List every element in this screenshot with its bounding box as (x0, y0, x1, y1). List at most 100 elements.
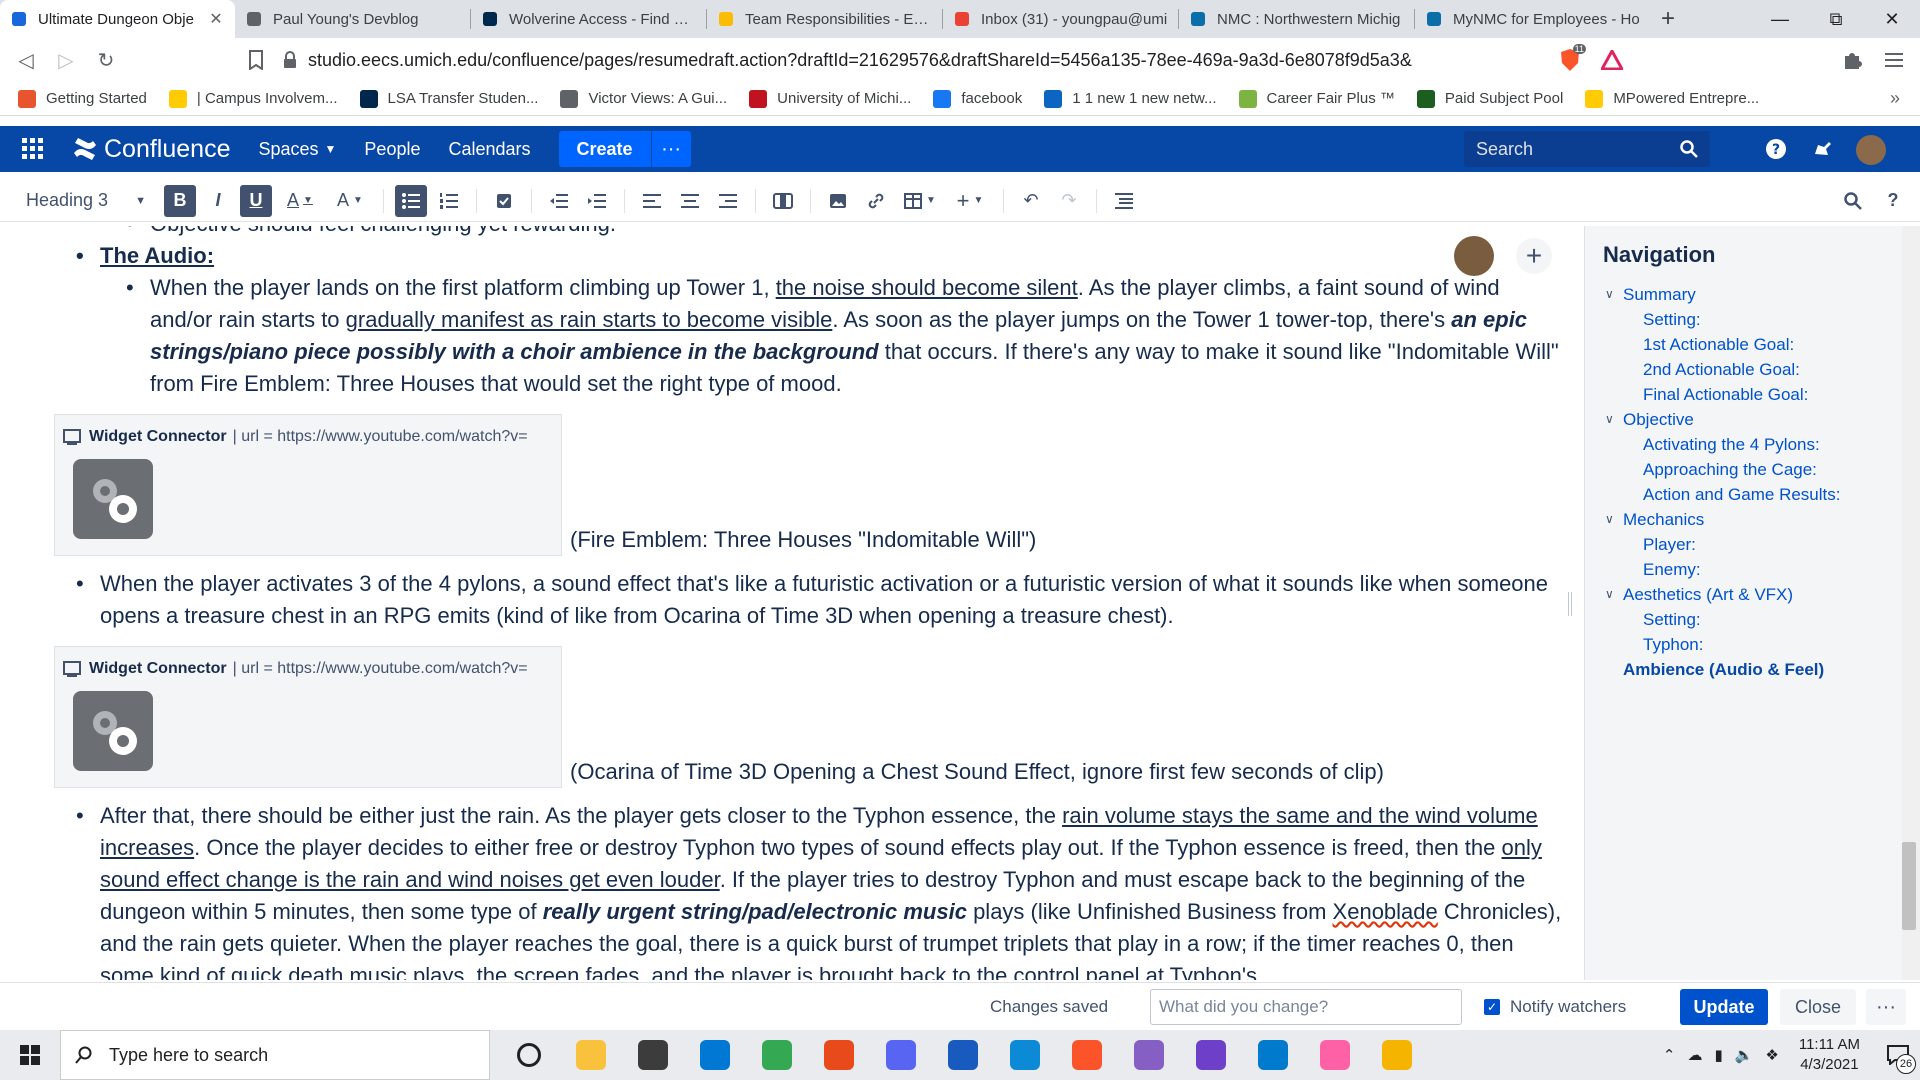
search-input[interactable]: Search (1464, 131, 1710, 167)
widget-connector[interactable]: Widget Connector | url = https://www.you… (54, 646, 562, 788)
change-comment-input[interactable]: What did you change? (1150, 989, 1462, 1025)
browser-menu-icon[interactable] (1878, 44, 1910, 76)
mail-icon[interactable] (684, 1030, 746, 1080)
file-explorer-icon[interactable] (560, 1030, 622, 1080)
close-button[interactable]: Close (1780, 989, 1856, 1025)
widget-connector[interactable]: Widget Connector | url = https://www.you… (54, 414, 562, 556)
insert-link-icon[interactable] (860, 185, 892, 217)
scrollbar-thumb[interactable] (1902, 842, 1916, 930)
bookmark-item[interactable]: Getting Started (18, 89, 147, 108)
windows-start-icon[interactable] (0, 1030, 60, 1080)
new-tab-button[interactable]: + (1650, 0, 1686, 38)
user-avatar[interactable] (1856, 135, 1886, 165)
brave-icon[interactable] (1056, 1030, 1118, 1080)
align-center-icon[interactable] (674, 185, 706, 217)
bookmark-item[interactable]: LSA Transfer Studen... (359, 89, 538, 108)
app-switcher-icon[interactable] (22, 138, 58, 160)
text-color-button[interactable]: A ▼ (278, 185, 322, 217)
maximize-button[interactable]: ⧉ (1808, 0, 1864, 38)
taskbar-search-input[interactable]: Type here to search (60, 1030, 490, 1080)
store-icon[interactable] (622, 1030, 684, 1080)
nav-item[interactable]: Action and Game Results: (1605, 482, 1885, 507)
onedrive-icon[interactable]: ☁ (1687, 1046, 1702, 1064)
more-options-button[interactable]: ··· (1866, 989, 1906, 1025)
page-layout-icon[interactable] (767, 185, 799, 217)
battery-icon[interactable]: ▮ (1714, 1046, 1722, 1064)
dropbox-icon[interactable]: ❖ (1765, 1046, 1778, 1064)
visual-studio-icon[interactable] (1118, 1030, 1180, 1080)
nav-item[interactable]: Player: (1605, 532, 1885, 557)
paragraph-style-dropdown[interactable]: Heading 3 ▼ (26, 190, 146, 211)
confluence-logo[interactable]: Confluence (72, 135, 230, 164)
close-tab-icon[interactable]: ✕ (207, 9, 225, 29)
edge-icon[interactable] (994, 1030, 1056, 1080)
bullet-list-icon[interactable] (395, 184, 427, 217)
browser-tab[interactable]: MyNMC for Employees - Ho (1415, 0, 1650, 38)
chrome-icon[interactable] (746, 1030, 808, 1080)
insert-table-icon[interactable]: ▼ (898, 185, 942, 217)
close-window-button[interactable]: ✕ (1864, 0, 1920, 38)
underline-button[interactable]: U (240, 184, 272, 217)
create-more-button[interactable]: ··· (650, 131, 691, 167)
insert-more-icon[interactable]: + ▼ (948, 185, 992, 217)
nav-item[interactable]: ∨ Aesthetics (Art & VFX) (1605, 582, 1885, 607)
nav-item[interactable]: Activating the 4 Pylons: (1605, 432, 1885, 457)
extensions-puzzle-icon[interactable] (1836, 44, 1868, 76)
nav-item[interactable]: Setting: (1605, 607, 1885, 632)
bookmark-item[interactable]: Victor Views: A Gui... (560, 89, 727, 108)
nav-item[interactable]: ∨ Objective (1605, 407, 1885, 432)
more-formatting-icon[interactable]: A ▼ (328, 185, 372, 217)
browser-tab[interactable]: Team Responsibilities - ENTR (707, 0, 942, 38)
bookmark-item[interactable]: 1 1 new 1 new netw... (1044, 89, 1217, 108)
create-button[interactable]: Create (558, 131, 651, 167)
bold-button[interactable]: B (164, 184, 196, 217)
chrome-canary-icon[interactable] (1366, 1030, 1428, 1080)
tray-chevron-icon[interactable]: ⌃ (1663, 1046, 1676, 1064)
spaces-menu[interactable]: Spaces ▼ (258, 139, 336, 160)
nav-item[interactable]: Typhon: (1605, 632, 1885, 657)
indent-icon[interactable] (581, 185, 613, 217)
nav-item[interactable]: Final Actionable Goal: (1605, 382, 1885, 407)
help-icon[interactable]: ? (1762, 135, 1790, 163)
nav-item[interactable]: ∨ Summary (1605, 282, 1885, 307)
brave-rewards-icon[interactable] (1596, 44, 1628, 76)
nav-item[interactable]: Approaching the Cage: (1605, 457, 1885, 482)
insert-image-icon[interactable] (822, 185, 854, 217)
minimize-button[interactable]: — (1752, 0, 1808, 38)
office-icon[interactable] (808, 1030, 870, 1080)
nav-item[interactable]: Ambience (Audio & Feel) (1605, 657, 1885, 682)
document-body[interactable]: Objective should feel challenging yet re… (54, 226, 1564, 980)
numbered-list-icon[interactable] (433, 185, 465, 217)
task-view-icon[interactable] (498, 1030, 560, 1080)
creative-cloud-icon[interactable] (1304, 1030, 1366, 1080)
chevron-down-icon[interactable]: ∨ (1605, 507, 1623, 532)
browser-tab[interactable]: Wolverine Access - Find & Fa (471, 0, 706, 38)
reload-button[interactable]: ↻ (86, 42, 126, 78)
nav-item[interactable]: Setting: (1605, 307, 1885, 332)
bookmark-item[interactable]: | Campus Involvem... (168, 89, 338, 108)
browser-tab[interactable]: NMC : Northwestern Michig (1179, 0, 1414, 38)
chevron-down-icon[interactable]: ∨ (1605, 407, 1623, 432)
align-left-icon[interactable] (636, 185, 668, 217)
panel-resize-handle[interactable] (1568, 592, 1572, 616)
browser-tab[interactable]: Inbox (31) - youngpau@umi (943, 0, 1178, 38)
browser-tab[interactable]: Paul Young's Devblog (235, 0, 470, 38)
nav-item[interactable]: Enemy: (1605, 557, 1885, 582)
bookmark-item[interactable]: Paid Subject Pool (1416, 89, 1563, 108)
volume-icon[interactable]: 🔈 (1735, 1046, 1754, 1064)
notify-watchers-checkbox[interactable]: ✓ Notify watchers (1484, 997, 1626, 1017)
discord-icon[interactable] (870, 1030, 932, 1080)
bookmark-item[interactable]: University of Michi... (749, 89, 911, 108)
outdent-icon[interactable] (543, 185, 575, 217)
vscode-icon[interactable] (1242, 1030, 1304, 1080)
find-replace-icon[interactable] (1837, 185, 1869, 217)
notification-center-icon[interactable]: 26 (1876, 1030, 1920, 1080)
update-button[interactable]: Update (1680, 989, 1768, 1025)
github-icon[interactable] (1180, 1030, 1242, 1080)
browser-tab[interactable]: Ultimate Dungeon Obje ✕ (0, 0, 235, 38)
chevron-down-icon[interactable]: ∨ (1605, 582, 1623, 607)
clock[interactable]: 11:11 AM 4/3/2021 (1799, 1035, 1860, 1075)
align-right-icon[interactable] (712, 185, 744, 217)
italic-button[interactable]: I (202, 185, 234, 217)
bookmark-item[interactable]: MPowered Entrepre... (1585, 89, 1759, 108)
